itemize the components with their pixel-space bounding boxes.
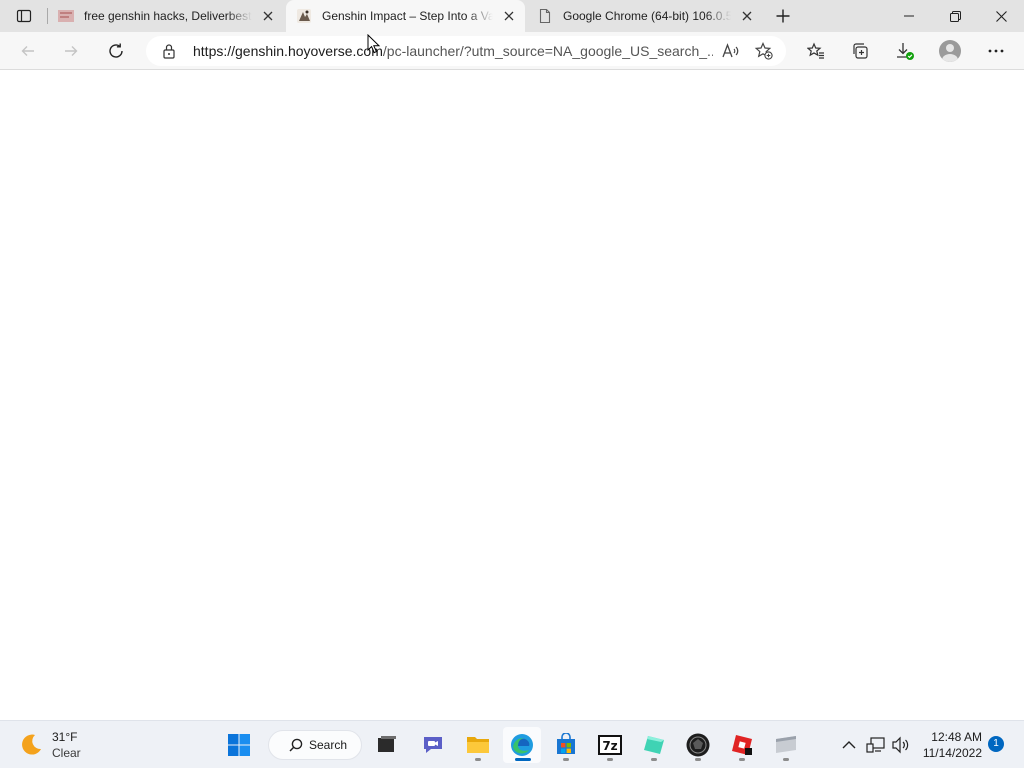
dark-emblem-icon xyxy=(686,733,710,757)
start-button[interactable] xyxy=(220,727,258,763)
svg-text:7z: 7z xyxy=(602,739,617,753)
download-icon xyxy=(897,43,914,60)
app-red-button[interactable] xyxy=(723,727,761,763)
windows-logo-icon xyxy=(228,734,250,756)
running-indicator xyxy=(475,758,481,761)
clock-time: 12:48 AM xyxy=(931,730,982,744)
file-explorer-button[interactable] xyxy=(459,727,497,763)
edge-taskbar-button[interactable] xyxy=(503,727,541,763)
refresh-button[interactable] xyxy=(100,36,132,66)
tab-title: free genshin hacks, Deliverbestre xyxy=(84,9,252,23)
teal-cube-icon xyxy=(644,736,664,754)
store-bag-icon xyxy=(557,733,575,754)
weather-temperature: 31°F xyxy=(52,730,78,744)
running-indicator xyxy=(739,758,745,761)
thumbnail-favicon-icon xyxy=(58,10,74,22)
taskbar-search-label: Search xyxy=(309,738,348,752)
profile-avatar[interactable] xyxy=(939,40,961,62)
microsoft-store-button[interactable] xyxy=(547,727,585,763)
page-content[interactable] xyxy=(0,71,1024,720)
system-clock[interactable]: 12:48 AM 11/14/2022 xyxy=(922,729,982,761)
network-button[interactable] xyxy=(866,735,886,755)
tab-strip: free genshin hacks, Deliverbestre Genshi… xyxy=(0,0,1024,32)
settings-more-button[interactable] xyxy=(980,36,1012,66)
plus-icon xyxy=(776,9,790,23)
forward-arrow-icon xyxy=(65,46,78,56)
close-tab-icon[interactable] xyxy=(258,6,278,26)
downloads-button[interactable] xyxy=(889,36,921,66)
collections-button[interactable] xyxy=(844,36,876,66)
tab-actions-icon xyxy=(16,9,32,23)
back-button[interactable] xyxy=(12,36,44,66)
restore-icon xyxy=(949,10,961,22)
tab-google-chrome[interactable]: Google Chrome (64-bit) 106.0.52 xyxy=(527,0,763,32)
read-aloud-icon xyxy=(722,43,739,58)
url-text: https://genshin.hoyoverse.com/pc-launche… xyxy=(193,43,713,59)
chevron-up-icon xyxy=(842,741,856,749)
active-indicator xyxy=(515,758,531,761)
tab-actions-button[interactable] xyxy=(8,4,40,28)
document-icon xyxy=(539,8,551,24)
tab-genshin-impact[interactable]: Genshin Impact – Step Into a Vast xyxy=(286,0,525,32)
folder-icon xyxy=(467,737,489,753)
minimize-button[interactable] xyxy=(886,0,932,32)
read-aloud-button[interactable] xyxy=(720,41,740,66)
url-host: https://genshin.hoyoverse.com xyxy=(193,43,383,59)
taskbar-search[interactable]: Search xyxy=(268,730,362,760)
gray-window-icon xyxy=(776,736,796,753)
speaker-icon xyxy=(892,736,909,754)
search-icon xyxy=(289,738,303,752)
show-hidden-icons-button[interactable] xyxy=(839,735,859,755)
notification-badge[interactable]: 1 xyxy=(988,736,1004,752)
more-dots-icon xyxy=(988,49,1004,53)
url-path: /pc-launcher/?utm_source=NA_google_US_se… xyxy=(382,43,713,59)
network-icon xyxy=(866,737,885,753)
refresh-icon xyxy=(109,43,123,58)
close-tab-icon[interactable] xyxy=(737,6,757,26)
tab-title: Genshin Impact – Step Into a Vast xyxy=(322,9,493,23)
taskbar: 31°F Clear Search 7z 12:48 AM 11/14/2022 xyxy=(0,720,1024,768)
address-bar[interactable]: https://genshin.hoyoverse.com/pc-launche… xyxy=(146,36,786,66)
moon-icon xyxy=(22,734,41,755)
star-add-icon xyxy=(754,42,773,60)
edge-browser-icon xyxy=(511,734,533,756)
volume-button[interactable] xyxy=(891,735,911,755)
teams-chat-button[interactable] xyxy=(414,727,452,763)
running-indicator xyxy=(607,758,613,761)
task-view-button[interactable] xyxy=(368,727,406,763)
task-view-icon xyxy=(378,736,396,752)
add-favorite-button[interactable] xyxy=(754,41,774,66)
weather-widget[interactable]: 31°F Clear xyxy=(18,729,81,761)
clock-date: 11/14/2022 xyxy=(922,746,982,760)
seven-zip-icon: 7z xyxy=(598,735,622,755)
weather-condition: Clear xyxy=(52,746,81,760)
favorites-list-icon xyxy=(807,42,824,59)
running-indicator xyxy=(651,758,657,761)
close-tab-icon[interactable] xyxy=(499,6,519,26)
restore-button[interactable] xyxy=(932,0,978,32)
app-dark-circle-button[interactable] xyxy=(679,727,717,763)
browser-toolbar: https://genshin.hoyoverse.com/pc-launche… xyxy=(0,32,1024,70)
seven-zip-button[interactable]: 7z xyxy=(591,727,629,763)
app-gray-button[interactable] xyxy=(767,727,805,763)
teams-chat-icon xyxy=(424,737,442,753)
tab-title: Google Chrome (64-bit) 106.0.52 xyxy=(563,9,731,23)
running-indicator xyxy=(563,758,569,761)
app-teal-button[interactable] xyxy=(635,727,673,763)
favorites-button[interactable] xyxy=(800,36,832,66)
lock-icon[interactable] xyxy=(162,43,176,59)
close-icon xyxy=(995,10,1007,22)
genshin-favicon-icon xyxy=(297,9,311,23)
red-tile-icon xyxy=(732,735,752,755)
forward-button[interactable] xyxy=(55,36,87,66)
collections-icon xyxy=(853,43,868,59)
running-indicator xyxy=(783,758,789,761)
mouse-cursor-icon xyxy=(367,34,381,54)
new-tab-button[interactable] xyxy=(770,4,796,28)
back-arrow-icon xyxy=(21,46,34,56)
minimize-icon xyxy=(904,15,914,17)
close-window-button[interactable] xyxy=(978,0,1024,32)
running-indicator xyxy=(695,758,701,761)
tab-deliverbestre[interactable]: free genshin hacks, Deliverbestre xyxy=(48,0,284,32)
